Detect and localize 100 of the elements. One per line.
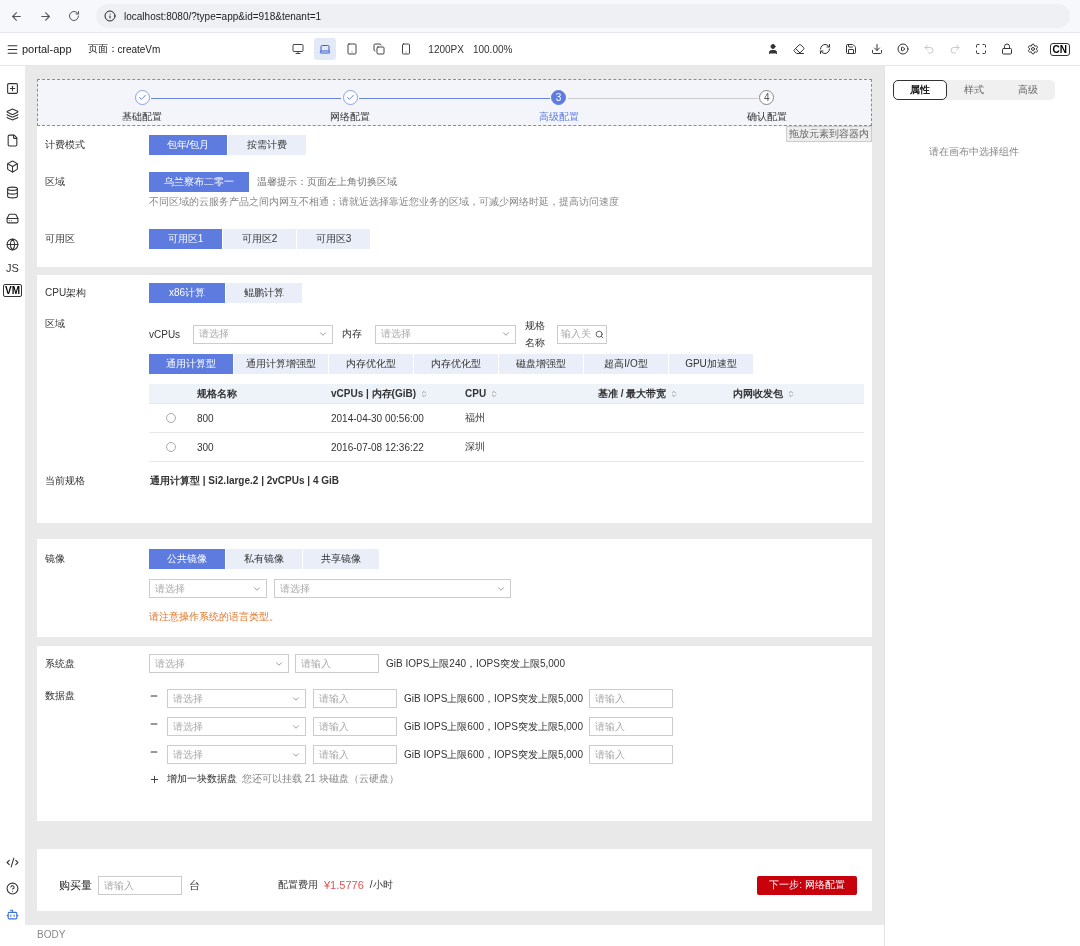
option-button[interactable]: 包年/包月 <box>149 135 227 155</box>
help-icon[interactable] <box>3 880 22 896</box>
step-label: 网络配置 <box>330 110 371 124</box>
field-label: 镜像 <box>45 552 66 566</box>
option-button[interactable]: 乌兰察布二零一 <box>149 172 249 192</box>
layers-icon[interactable] <box>3 106 22 122</box>
globe-icon[interactable] <box>3 236 22 252</box>
add-disk-link[interactable]: 增加一块数据盘 <box>167 772 237 786</box>
unit-label: 台 <box>189 877 200 893</box>
step-marker: 4 <box>759 90 775 105</box>
option-button[interactable]: 可用区1 <box>149 229 222 249</box>
note-text: 不同区域的云服务产品之间内网互不相通；请就近选择靠近您业务的区域，可减少网络时延，提高访问速度 <box>149 195 619 209</box>
chevron-down-icon <box>501 329 511 339</box>
field-label: 系统盘 <box>45 656 76 671</box>
table-cell-text: 2016-07-08 12:36:22 <box>331 441 425 453</box>
option-button[interactable]: 鲲鹏计算 <box>226 283 302 303</box>
input-field[interactable]: 请输入 <box>588 717 673 736</box>
option-button[interactable]: 按需计费 <box>228 135 306 155</box>
table-cell-text: 300 <box>197 441 215 453</box>
empty-note: 请在画布中选择组件 <box>928 145 1019 159</box>
field-label: 区域 <box>45 175 66 189</box>
panel-tab[interactable]: 属性 <box>892 80 947 100</box>
table-cell-text: 800 <box>197 412 215 424</box>
field-label: 当前规格 <box>45 474 86 488</box>
option-button[interactable]: 共享镜像 <box>303 549 379 569</box>
zoom-readout: 100.00% <box>472 43 513 55</box>
page-name: createVm <box>117 43 161 55</box>
laptop-icon[interactable] <box>314 38 337 60</box>
input-field[interactable]: 请输入 <box>313 689 397 708</box>
warning-text: 请注意操作系统的语言类型。 <box>149 610 279 624</box>
input-field[interactable]: 请输入 <box>313 745 397 764</box>
option-button[interactable]: 可用区3 <box>297 229 370 249</box>
menu-icon[interactable] <box>6 42 19 56</box>
input-field[interactable]: 请输入 <box>313 717 397 736</box>
app-name: portal-app <box>22 43 72 55</box>
fee-label: 配置费用 <box>278 878 318 892</box>
disk-info: GiB IOPS上限600，IOPS突发上限5,000 <box>404 691 583 706</box>
hint-text: 温馨提示：页面左上角切换区域 <box>257 175 397 189</box>
table-cell-text: 2014-04-30 00:56:00 <box>331 412 425 424</box>
field-label: 内存 <box>341 327 363 341</box>
width-readout: 1200PX <box>428 43 464 55</box>
back-icon[interactable] <box>10 9 23 23</box>
reload-icon[interactable] <box>68 10 80 22</box>
drop-hint: 拖放元素到容器内 <box>786 126 872 142</box>
disk-note: 您还可以挂载 21 块磁盘（云硬盘） <box>242 772 399 786</box>
table-cell-text: 福州 <box>465 411 486 425</box>
radio-button[interactable] <box>166 413 176 423</box>
step-label: 确认配置 <box>746 110 787 124</box>
input-field[interactable]: 请输入 <box>295 654 379 673</box>
step-label: 基础配置 <box>122 110 163 124</box>
option-button[interactable]: 内存优化型 <box>329 354 413 374</box>
field-label: 数据盘 <box>45 689 76 703</box>
column-header: CPU <box>465 388 598 399</box>
option-button[interactable]: 内存优化型 <box>414 354 498 374</box>
vm-button[interactable]: VM <box>3 284 22 297</box>
disk-info: GiB IOPS上限600，IOPS突发上限5,000 <box>404 719 583 734</box>
address-bar[interactable]: localhost:8080/?type=app&id=918&tenant=1 <box>96 4 1070 28</box>
column-header: vCPUs | 内存(GiB) <box>331 386 465 401</box>
panel-tab[interactable]: 样式 <box>946 80 1001 100</box>
option-button[interactable]: 私有镜像 <box>226 549 302 569</box>
field-label: 可用区 <box>45 232 76 246</box>
next-button[interactable]: 下一步: 网络配置 <box>757 875 857 895</box>
quantity-field[interactable]: 请输入 <box>98 875 182 895</box>
option-button[interactable]: 公共镜像 <box>149 549 225 569</box>
current-spec: 通用计算型 | Si2.large.2 | 2vCPUs | 4 GiB <box>150 474 339 488</box>
page-label: 页面： <box>87 42 118 56</box>
column-header: 基准 / 最大带宽 <box>598 386 733 401</box>
disk-info: GiB IOPS上限240，IOPS突发上限5,000 <box>386 656 565 671</box>
radio-button[interactable] <box>166 442 176 452</box>
field-label: 购买量 <box>59 877 92 893</box>
url-text: localhost:8080/?type=app&id=918&tenant=1 <box>124 10 322 22</box>
input-field[interactable]: 请输入 <box>588 745 673 764</box>
footer-label: BODY <box>25 925 884 946</box>
field-label: 计费模式 <box>45 138 86 152</box>
column-header: 内网收发包 <box>733 386 864 401</box>
option-button[interactable]: 磁盘增强型 <box>499 354 583 374</box>
step-label: 高级配置 <box>538 110 579 124</box>
option-button[interactable]: 通用计算增强型 <box>234 354 328 374</box>
fee-unit: /小时 <box>369 878 393 892</box>
table-cell-text: 深圳 <box>465 440 486 454</box>
field-label: CPU架构 <box>45 286 88 300</box>
option-button[interactable]: 通用计算型 <box>149 354 233 374</box>
field-label: 区域 <box>45 317 66 331</box>
input-field[interactable]: 请输入 <box>588 689 673 708</box>
language-button[interactable]: CN <box>1049 42 1070 56</box>
column-header: 规格名称 <box>197 386 238 401</box>
panel-tab[interactable]: 高级 <box>1000 80 1055 100</box>
info-icon <box>104 10 116 22</box>
search-icon <box>595 329 604 339</box>
forward-icon[interactable] <box>39 9 52 23</box>
field-label: 规格名称 <box>525 319 546 350</box>
option-button[interactable]: 可用区2 <box>223 229 296 249</box>
disk-info: GiB IOPS上限600，IOPS突发上限5,000 <box>404 747 583 762</box>
option-button[interactable]: GPU加速型 <box>669 354 753 374</box>
js-button[interactable]: JS <box>6 262 19 274</box>
fee-amount: ¥1.5776 <box>324 879 364 891</box>
option-button[interactable]: 超高I/O型 <box>584 354 668 374</box>
chevron-down-icon <box>318 329 328 339</box>
option-button[interactable]: x86计算 <box>149 283 225 303</box>
field-label: vCPUs <box>149 328 182 340</box>
